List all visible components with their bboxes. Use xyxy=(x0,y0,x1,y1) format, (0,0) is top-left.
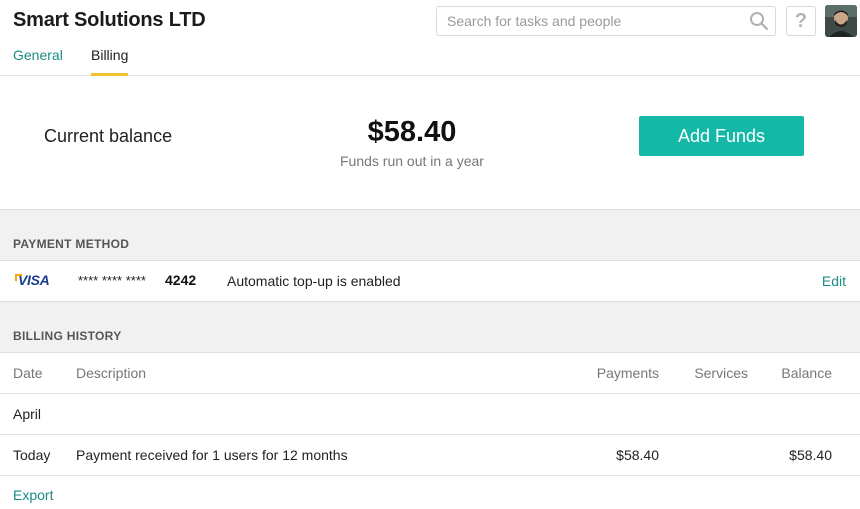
payment-method-title: PAYMENT METHOD xyxy=(13,237,130,251)
current-balance-label: Current balance xyxy=(44,126,173,146)
user-avatar[interactable] xyxy=(825,5,857,37)
export-link[interactable]: Export xyxy=(13,487,53,503)
help-icon: ? xyxy=(794,10,808,32)
search-input[interactable] xyxy=(437,7,737,35)
visa-logo-icon: VISA xyxy=(14,272,50,288)
balance-panel: Current balance $58.40 Funds run out in … xyxy=(0,76,860,210)
add-funds-button[interactable]: Add Funds xyxy=(639,116,804,156)
company-name: Smart Solutions LTD xyxy=(13,9,206,31)
column-services: Services xyxy=(694,365,748,381)
row-description: Payment received for 1 users for 12 mont… xyxy=(76,447,348,463)
search-icon[interactable] xyxy=(749,11,769,31)
tab-billing[interactable]: Billing xyxy=(91,47,129,76)
table-row: Today Payment received for 1 users for 1… xyxy=(0,435,860,476)
row-payments: $58.40 xyxy=(616,447,659,463)
card-mask: **** **** **** xyxy=(78,273,146,288)
edit-payment-link[interactable]: Edit xyxy=(822,273,846,289)
billing-history-header: BILLING HISTORY xyxy=(0,301,860,353)
column-payments: Payments xyxy=(596,365,659,381)
column-date: Date xyxy=(13,365,43,381)
billing-history-table: Date Description Payments Services Balan… xyxy=(0,353,860,476)
month-group-row: April xyxy=(0,394,860,435)
row-balance: $58.40 xyxy=(789,447,832,463)
topup-status: Automatic top-up is enabled xyxy=(227,273,401,289)
month-label: April xyxy=(13,406,42,422)
help-button[interactable]: ? xyxy=(786,6,816,36)
card-last4: 4242 xyxy=(165,272,197,288)
column-description: Description xyxy=(76,365,147,381)
balance-amount: $58.40 xyxy=(367,116,457,148)
top-header: Smart Solutions LTD ? General Billing xyxy=(0,0,860,76)
payment-method-row: VISA **** **** **** 4242 Automatic top-u… xyxy=(0,261,860,301)
tab-general[interactable]: General xyxy=(13,47,63,75)
payment-method-header: PAYMENT METHOD xyxy=(0,209,860,261)
balance-note: Funds run out in a year xyxy=(340,153,484,169)
table-header-row: Date Description Payments Services Balan… xyxy=(0,353,860,394)
billing-history-title: BILLING HISTORY xyxy=(13,329,122,343)
search-box[interactable] xyxy=(436,6,776,36)
column-balance: Balance xyxy=(781,365,832,381)
row-date: Today xyxy=(13,447,51,463)
